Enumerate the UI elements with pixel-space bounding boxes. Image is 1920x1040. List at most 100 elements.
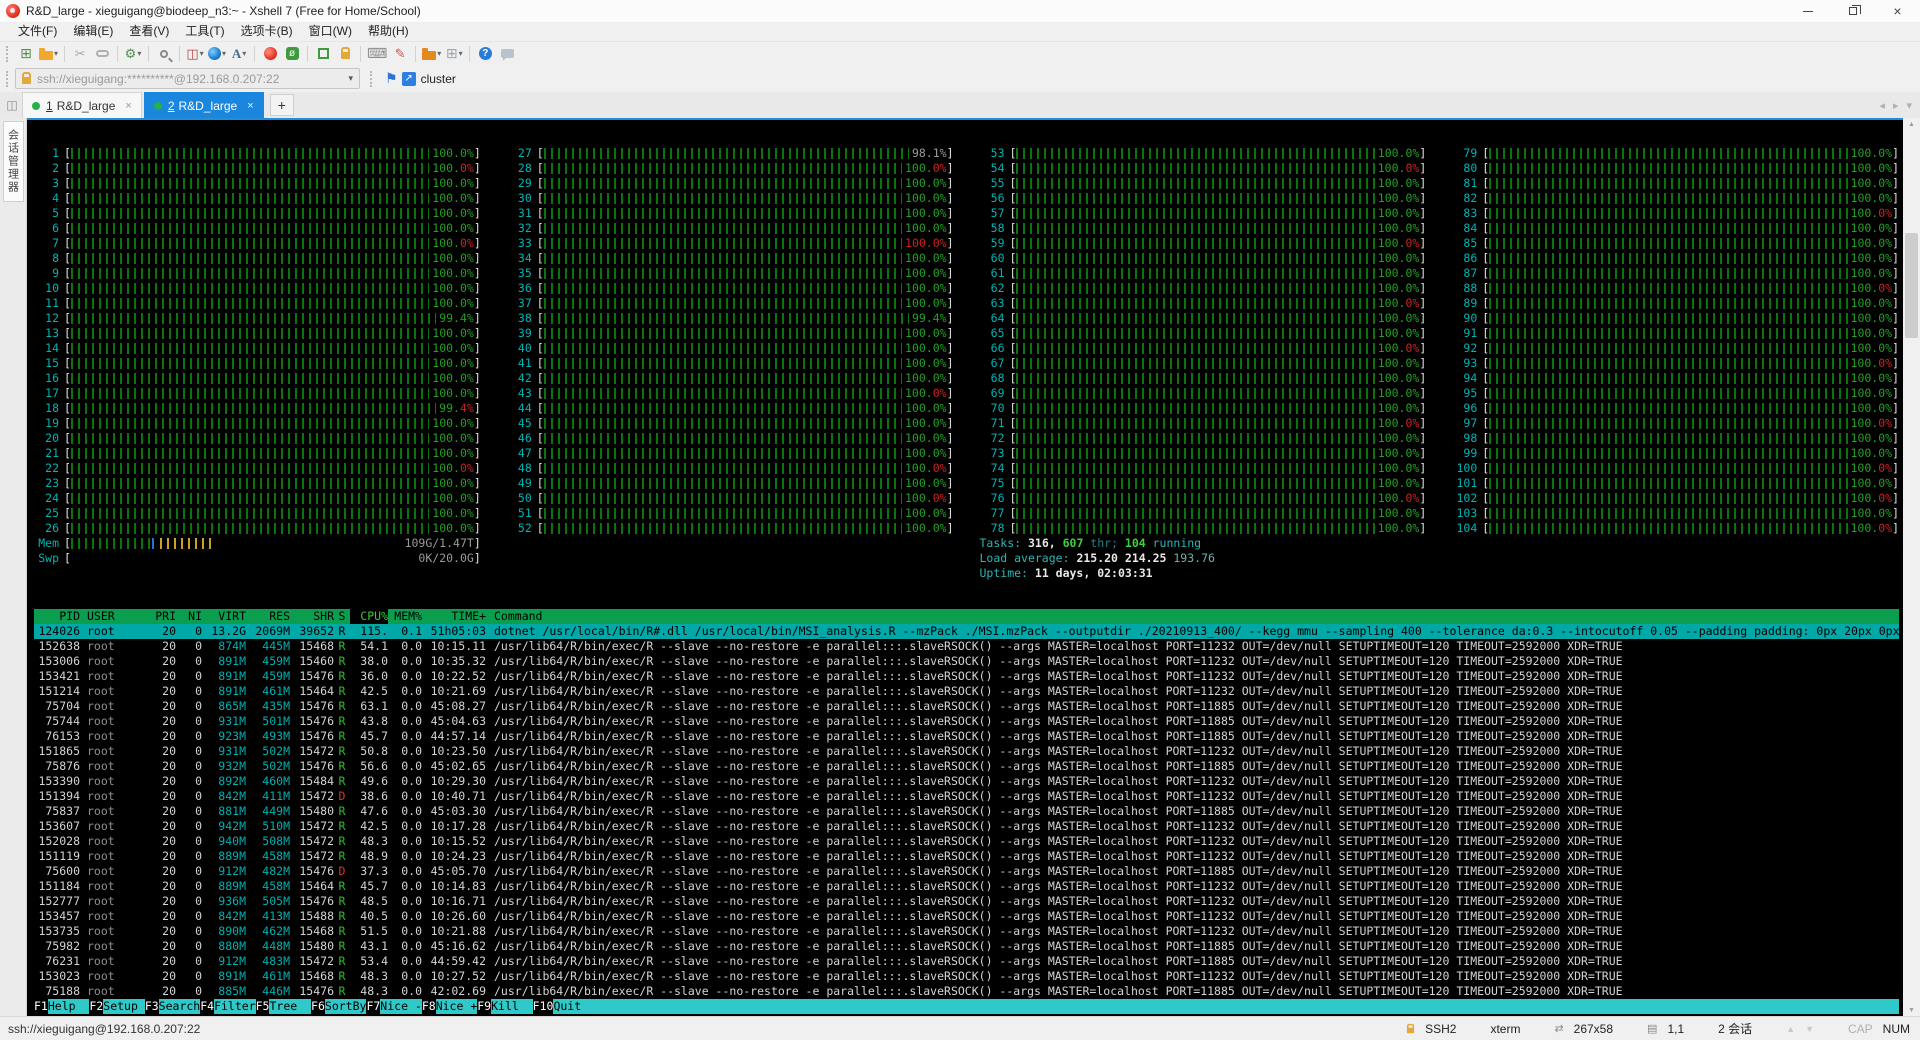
- process-row[interactable]: 153607root200942M510M15472R42.50.010:17.…: [34, 819, 1899, 834]
- process-row[interactable]: 75188root200885M446M15476R48.30.042:02.6…: [34, 984, 1899, 999]
- process-row[interactable]: 151184root200889M458M15464R45.70.010:14.…: [34, 879, 1899, 894]
- fn-key-F6[interactable]: F6: [311, 999, 325, 1014]
- tab-scroll-left-icon[interactable]: ◂: [1879, 99, 1885, 112]
- find-button[interactable]: [153, 43, 175, 65]
- fn-key-F2[interactable]: F2: [89, 999, 103, 1014]
- fn-label-F3[interactable]: Search: [159, 999, 201, 1014]
- process-row[interactable]: 151394root200842M411M15472D38.60.010:40.…: [34, 789, 1899, 804]
- scroll-down-icon[interactable]: ▼: [1908, 1007, 1915, 1014]
- tab-close-icon[interactable]: ×: [125, 100, 131, 112]
- fn-label-F1[interactable]: Help: [48, 999, 90, 1014]
- scroll-up-icon[interactable]: ▲: [1908, 121, 1915, 128]
- column-header-mem[interactable]: MEM%: [388, 609, 422, 624]
- terminal-scrollbar[interactable]: ▲ ▼: [1903, 118, 1920, 1016]
- shortcut-arrow-icon[interactable]: ↗: [402, 72, 416, 86]
- fn-key-F7[interactable]: F7: [366, 999, 380, 1014]
- process-row[interactable]: 153735root200890M462M15468R51.50.010:21.…: [34, 924, 1899, 939]
- new-session-button[interactable]: ⊞: [15, 43, 37, 65]
- dropdown-caret-icon[interactable]: ▾: [242, 49, 246, 58]
- process-row[interactable]: 75876root200932M502M15476R56.60.045:02.6…: [34, 759, 1899, 774]
- process-row[interactable]: 124026root20013.2G2069M39652R115.0.151h0…: [34, 624, 1899, 639]
- process-row[interactable]: 151214root200891M461M15464R42.50.010:21.…: [34, 684, 1899, 699]
- font-button[interactable]: A▾: [228, 43, 250, 65]
- process-row[interactable]: 75704root200865M435M15476R63.10.045:08.2…: [34, 699, 1899, 714]
- fn-label-F7[interactable]: Nice -: [380, 999, 422, 1014]
- new-tab-button[interactable]: +: [270, 94, 294, 116]
- column-header-ni[interactable]: NI: [176, 609, 202, 624]
- keyboard-button[interactable]: ⌨: [365, 43, 389, 65]
- address-input[interactable]: ssh://xieguigang:**********@192.168.0.20…: [15, 68, 360, 89]
- process-row[interactable]: 153023root200891M461M15468R48.30.010:27.…: [34, 969, 1899, 984]
- fn-key-F9[interactable]: F9: [477, 999, 491, 1014]
- process-row[interactable]: 75982root200880M448M15480R43.10.045:16.6…: [34, 939, 1899, 954]
- close-button[interactable]: ×: [1875, 0, 1920, 22]
- menu-item-3[interactable]: 工具(T): [177, 22, 232, 41]
- column-header-user[interactable]: USER: [80, 609, 144, 624]
- encoding-globe-button[interactable]: ▾: [206, 43, 228, 65]
- process-row[interactable]: 151865root200931M502M15472R50.80.010:23.…: [34, 744, 1899, 759]
- fn-label-F8[interactable]: Nice +: [436, 999, 478, 1014]
- xftp-button[interactable]: ø: [281, 43, 303, 65]
- process-row[interactable]: 75837root200881M449M15480R47.60.045:03.3…: [34, 804, 1899, 819]
- process-row[interactable]: 75744root200931M501M15476R43.80.045:04.6…: [34, 714, 1899, 729]
- process-row[interactable]: 153390root200892M460M15484R49.60.010:29.…: [34, 774, 1899, 789]
- fn-label-F6[interactable]: SortBy: [325, 999, 367, 1014]
- column-header-time[interactable]: TIME+: [422, 609, 486, 624]
- session-tab-1[interactable]: 1R&D_large×: [22, 92, 142, 118]
- fn-label-F2[interactable]: Setup: [103, 999, 145, 1014]
- process-row[interactable]: 76231root200912M483M15472R53.40.044:59.4…: [34, 954, 1899, 969]
- fn-label-F4[interactable]: Filter: [214, 999, 256, 1014]
- process-row[interactable]: 152638root200874M445M15468R54.10.010:15.…: [34, 639, 1899, 654]
- fn-label-F9[interactable]: Kill: [491, 999, 533, 1014]
- session-manager-tab[interactable]: 会话管理器: [3, 121, 24, 202]
- process-row[interactable]: 153421root200891M459M15476R36.00.010:22.…: [34, 669, 1899, 684]
- dropdown-caret-icon[interactable]: ▾: [137, 49, 141, 58]
- fn-key-F10[interactable]: F10: [533, 999, 554, 1014]
- reconnect-button[interactable]: [91, 43, 113, 65]
- tab-close-icon[interactable]: ×: [247, 100, 253, 112]
- status-session-count[interactable]: 2 会话: [1718, 1020, 1752, 1037]
- flag-icon[interactable]: ⚑: [385, 70, 398, 87]
- dropdown-caret-icon[interactable]: ▾: [200, 49, 204, 58]
- process-row[interactable]: 75600root200912M482M15476D37.30.045:05.7…: [34, 864, 1899, 879]
- dropdown-caret-icon[interactable]: ▾: [459, 49, 463, 58]
- help-button[interactable]: ?: [474, 43, 496, 65]
- session-tab-2[interactable]: 2R&D_large×: [144, 92, 264, 118]
- menu-item-4[interactable]: 选项卡(B): [233, 22, 301, 41]
- column-header-shr[interactable]: SHR: [290, 609, 334, 624]
- process-row[interactable]: 153457root200842M413M15488R40.50.010:26.…: [34, 909, 1899, 924]
- column-header-cpu[interactable]: CPU%: [350, 609, 388, 624]
- fn-key-F8[interactable]: F8: [422, 999, 436, 1014]
- disconnect-button[interactable]: ✂: [69, 43, 91, 65]
- process-row[interactable]: 76153root200923M493M15476R45.70.044:57.1…: [34, 729, 1899, 744]
- menu-item-2[interactable]: 查看(V): [121, 22, 177, 41]
- terminal[interactable]: 1[100.0%]2[100.0%]3[100.0%]4[100.0%]5[10…: [27, 118, 1903, 1016]
- panel-toggle-icon[interactable]: ◫: [2, 98, 22, 112]
- process-row[interactable]: 151119root200889M458M15472R48.90.010:24.…: [34, 849, 1899, 864]
- fullscreen-button[interactable]: [312, 43, 334, 65]
- fn-label-F10[interactable]: Quit: [553, 999, 595, 1014]
- scrollbar-thumb[interactable]: [1905, 233, 1918, 338]
- restore-button[interactable]: [1830, 0, 1875, 22]
- tab-menu-icon[interactable]: ▾: [1906, 99, 1912, 112]
- process-row[interactable]: 152028root200940M508M15472R48.30.010:15.…: [34, 834, 1899, 849]
- fn-key-F5[interactable]: F5: [256, 999, 270, 1014]
- column-header-virt[interactable]: VIRT: [202, 609, 246, 624]
- process-table-header[interactable]: PIDUSERPRINIVIRTRESSHRSCPU%MEM%TIME+Comm…: [34, 609, 1899, 624]
- fn-label-F5[interactable]: Tree: [269, 999, 311, 1014]
- feedback-button[interactable]: [496, 43, 518, 65]
- cluster-button[interactable]: cluster: [421, 72, 456, 86]
- fn-key-F4[interactable]: F4: [200, 999, 214, 1014]
- menu-item-0[interactable]: 文件(F): [10, 22, 65, 41]
- highlighter-button[interactable]: ✎: [389, 43, 411, 65]
- session-properties-button[interactable]: ⚙▾: [122, 43, 144, 65]
- column-header-pri[interactable]: PRI: [144, 609, 176, 624]
- process-row[interactable]: 153006root200891M459M15460R38.00.010:35.…: [34, 654, 1899, 669]
- minimize-button[interactable]: [1785, 0, 1830, 22]
- column-header-command[interactable]: Command: [486, 609, 1899, 624]
- fn-key-F1[interactable]: F1: [34, 999, 48, 1014]
- lock-button[interactable]: [334, 43, 356, 65]
- dropdown-caret-icon[interactable]: ▾: [222, 49, 226, 58]
- menu-item-1[interactable]: 编辑(E): [65, 22, 121, 41]
- open-folder-button[interactable]: ▾: [37, 43, 60, 65]
